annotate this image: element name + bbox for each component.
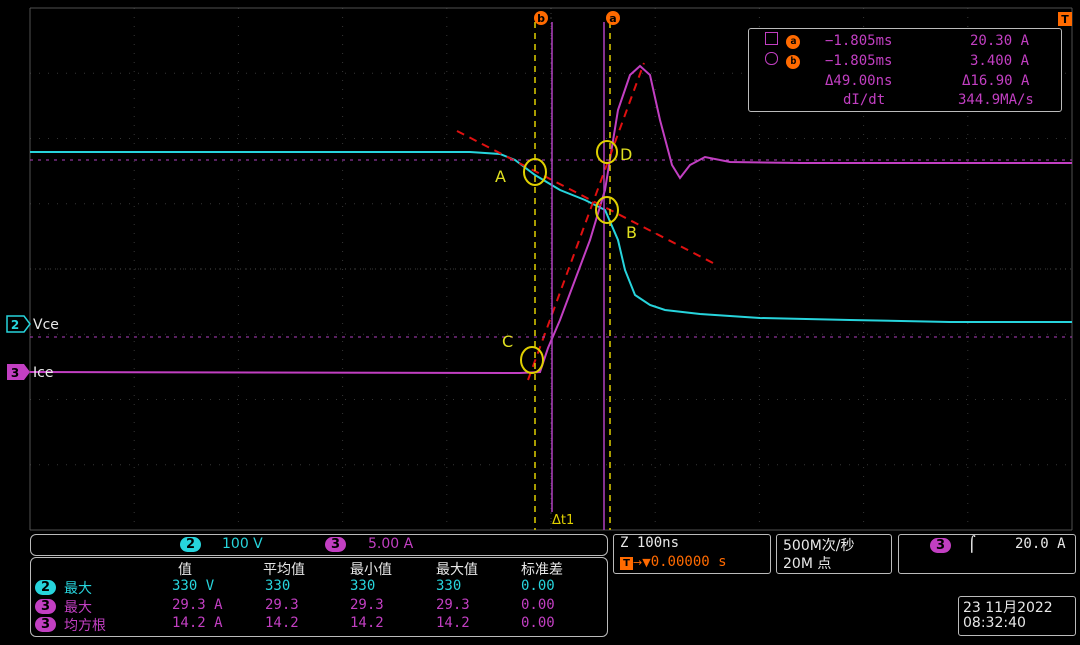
row-std: 0.00 <box>521 615 555 631</box>
trigger-t-icon: T <box>620 557 633 570</box>
row-name: 最大 <box>64 581 92 597</box>
cursor-b-value: 3.400 A <box>970 53 1030 69</box>
rate-label: dI/dt <box>843 92 886 108</box>
ch3-marker-num: 3 <box>11 366 19 380</box>
cursor-a-marker-label: a <box>609 12 616 25</box>
row-ch-badge: 3 <box>35 599 57 614</box>
ch2-marker-num: 2 <box>11 318 19 332</box>
cursor-a-icon: a <box>786 35 801 49</box>
channel-scale-bar[interactable] <box>30 534 608 556</box>
delta-value: Δ16.90 A <box>962 73 1030 89</box>
header-min: 最小值 <box>350 562 392 578</box>
row-value: 14.2 A <box>172 615 223 631</box>
row-ch-badge: 3 <box>35 617 57 632</box>
trigger-position-value: 0.00000 s <box>650 554 727 570</box>
arrow-icon: →▼ <box>633 556 651 569</box>
trigger-ch-badge: 3 <box>930 538 952 553</box>
row-min: 29.3 <box>350 597 384 613</box>
sample-rate: 500M次/秒 <box>783 538 855 554</box>
ch2-scale-badge: 2 <box>180 537 202 552</box>
row-min: 14.2 <box>350 615 384 631</box>
cursor-a-value: 20.30 A <box>970 33 1030 49</box>
row-std: 0.00 <box>521 578 555 594</box>
header-mean: 平均值 <box>263 562 305 578</box>
ch2-label: Vce <box>33 317 59 333</box>
point-b-label: B <box>626 223 637 242</box>
delta-time: Δ49.00ns <box>825 73 893 89</box>
row-max: 330 <box>436 578 462 594</box>
rising-edge-icon: ⌠ <box>968 535 976 553</box>
cursor-b-marker-label: b <box>537 12 545 25</box>
cursor-a-row: a <box>765 32 801 49</box>
row-value: 330 V <box>172 578 215 594</box>
ch3-scale: 5.00 A <box>368 536 414 552</box>
header-max: 最大值 <box>436 562 478 578</box>
row-value: 29.3 A <box>172 597 223 613</box>
point-d-label: D <box>620 145 632 164</box>
cursor-b-icon: b <box>786 55 801 69</box>
row-mean: 29.3 <box>265 597 299 613</box>
trigger-position-row: T →▼0.00000 s <box>620 554 727 570</box>
row-name: 最大 <box>64 600 92 616</box>
header-std: 标准差 <box>521 562 563 578</box>
circle-icon <box>765 52 778 65</box>
ch2-scale: 100 V <box>222 536 263 552</box>
record-length: 20M 点 <box>783 556 832 572</box>
trigger-level: 20.0 A <box>1015 536 1066 552</box>
cursor-b-row: b <box>765 52 801 69</box>
header-value: 值 <box>178 562 192 578</box>
ch3-scale-badge: 3 <box>325 537 347 552</box>
row-mean: 330 <box>265 578 291 594</box>
row-min: 330 <box>350 578 376 594</box>
row-ch-badge: 2 <box>35 580 57 595</box>
row-name: 均方根 <box>64 618 106 634</box>
time: 08:32:40 <box>963 615 1026 631</box>
zoom-timebase: Z 100ns <box>620 535 680 551</box>
cursor-a-time: −1.805ms <box>825 33 893 49</box>
row-mean: 14.2 <box>265 615 299 631</box>
row-max: 29.3 <box>436 597 470 613</box>
trigger-position-label: T <box>1061 13 1069 26</box>
date: 23 11月2022 <box>963 600 1053 616</box>
row-max: 14.2 <box>436 615 470 631</box>
point-a-label: A <box>495 167 506 186</box>
point-c-label: C <box>502 332 513 351</box>
cursor-b-time: −1.805ms <box>825 53 893 69</box>
row-std: 0.00 <box>521 597 555 613</box>
square-icon <box>765 32 778 45</box>
rate-value: 344.9MA/s <box>958 92 1034 108</box>
ch3-label: Ice <box>33 365 53 381</box>
delta-t-label: Δt1 <box>552 513 574 528</box>
